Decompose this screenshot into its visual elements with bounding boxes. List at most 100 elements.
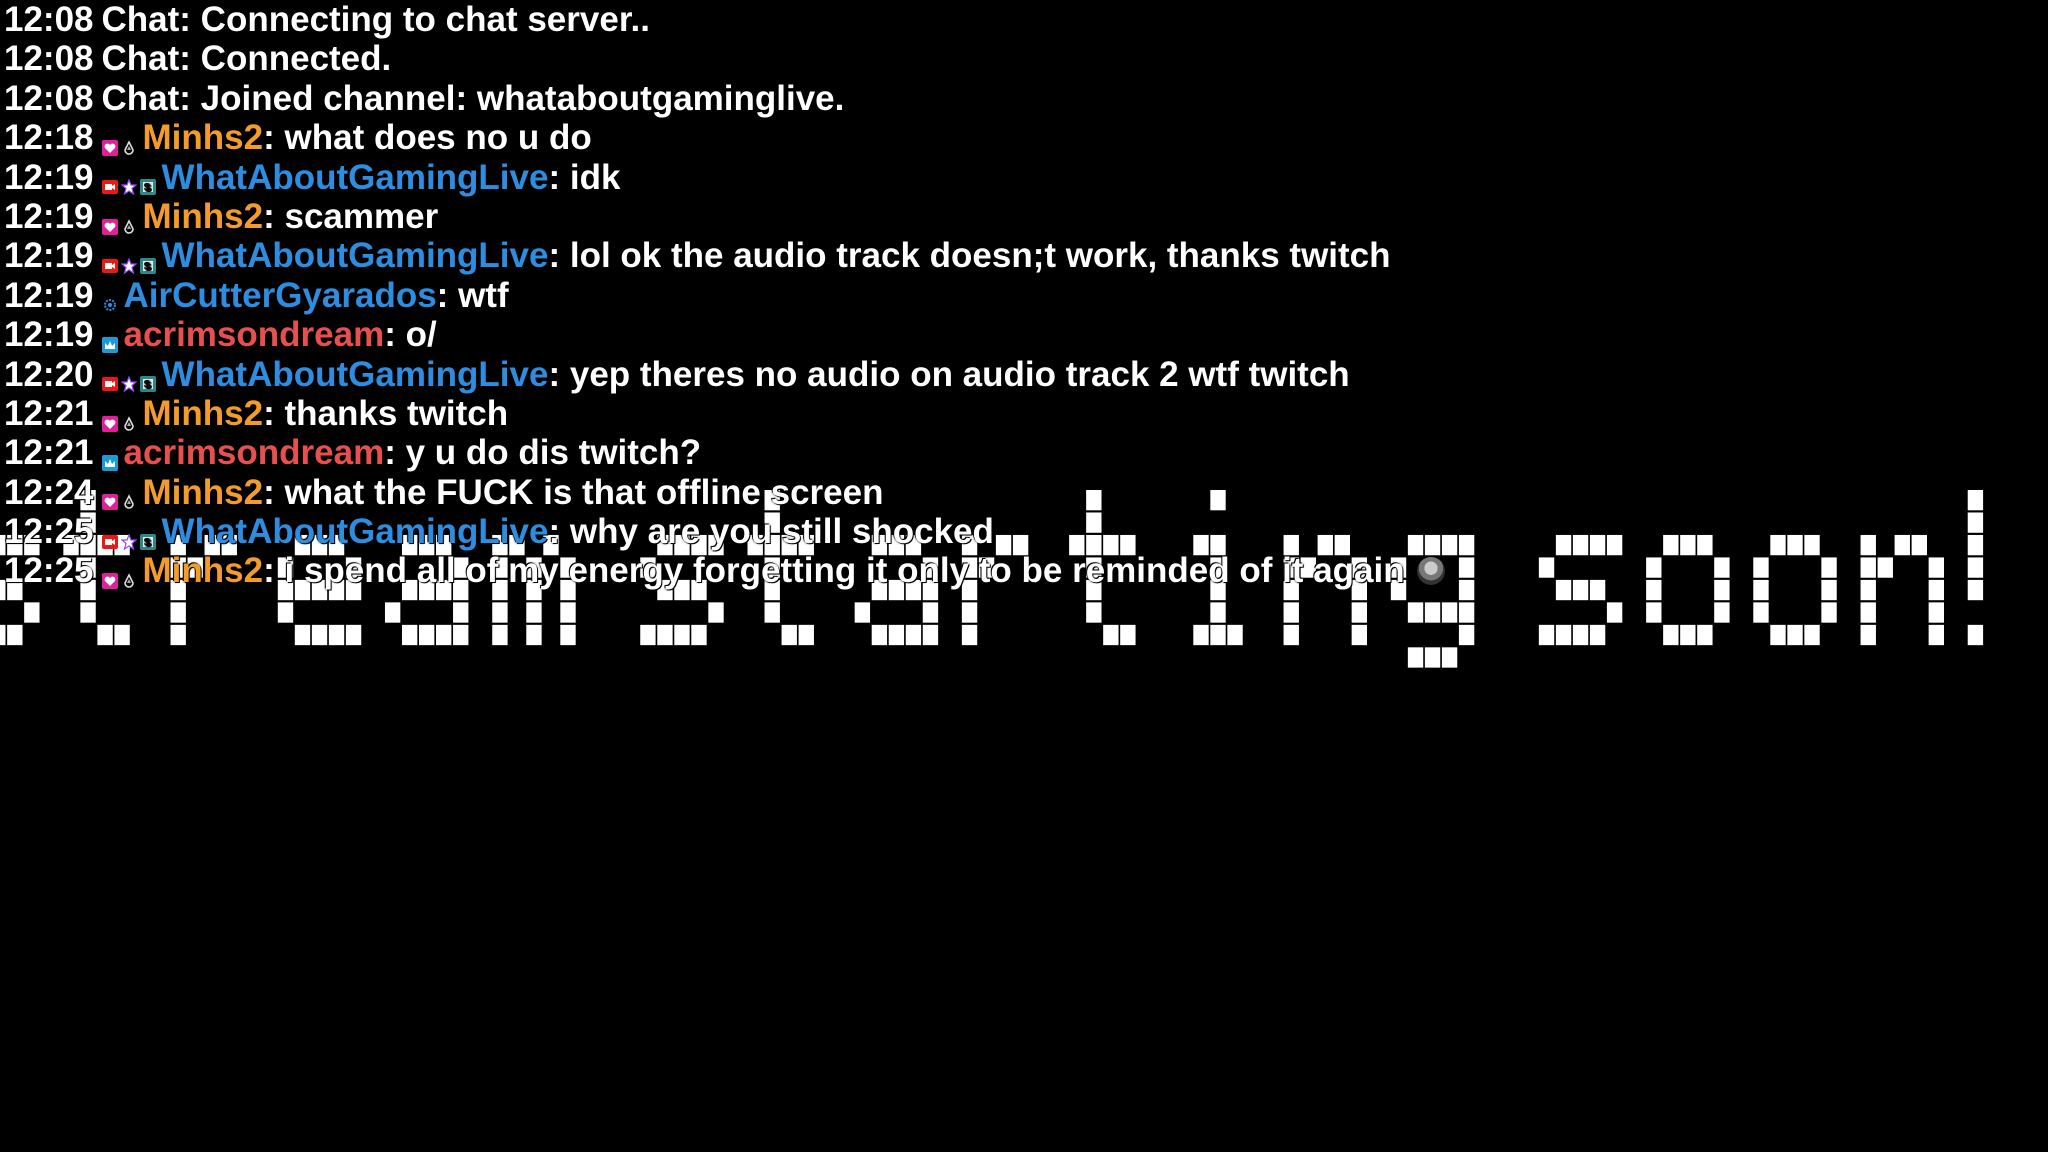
banner-pixel [1351,624,1368,646]
banner-pixel [401,624,418,646]
message-text: thanks twitch [284,393,509,433]
banner-pixel [1714,602,1730,623]
banner-pixel [1928,624,1945,646]
crown-badge-icon [101,454,118,471]
system-message: 12:08 Chat: Connected. [4,39,2044,78]
chat-message: 12:19 acrimsondream: o/ [4,315,2044,354]
username[interactable]: acrimsondream [124,433,385,472]
system-message: 12:08 Chat: Connecting to chat server.. [4,0,2044,39]
message-timestamp: 12:20 [4,354,94,394]
banner-pixel [691,624,707,646]
message-text: lol ok the audio track doesn;t work, tha… [569,236,1391,276]
separator: : [548,236,570,276]
user-badges [101,553,140,590]
username[interactable]: WhatAboutGamingLive [162,158,549,197]
username[interactable]: Minhs2 [143,118,264,157]
banner-pixel [1697,624,1713,646]
username[interactable]: WhatAboutGamingLive [162,355,549,394]
banner-pixel [1458,602,1475,623]
banner-pixel [1928,602,1945,623]
message-timestamp: 12:21 [4,393,94,433]
banner-pixel [1753,602,1769,623]
svg-text:S: S [144,183,151,194]
drop-badge-icon [121,573,137,589]
separator: : [384,315,406,355]
banner-pixel [674,624,690,646]
svg-text:S: S [144,380,151,391]
banner-pixel [311,624,328,646]
message-timestamp: 12:24 [4,472,94,512]
message-timestamp: 12:19 [4,196,94,236]
banner-pixel [526,624,542,646]
message-text: why are you still shocked [569,512,994,552]
user-badges: S [101,514,159,550]
banner-pixel [1424,602,1441,623]
username[interactable]: Minhs2 [143,197,264,236]
user-badges [101,199,140,235]
username[interactable]: Minhs2 [143,551,264,590]
message-timestamp: 12:08 [4,0,94,39]
banner-pixel [1407,647,1424,668]
system-message: 12:08 Chat: Joined channel: whataboutgami… [4,79,2044,118]
banner-pixel [1407,602,1424,623]
separator: : [263,118,285,158]
svg-text:S: S [144,262,151,273]
banner-pixel [1210,602,1226,623]
sub-badge-icon: S [139,533,156,550]
username[interactable]: AirCutterGyarados [124,276,437,315]
username[interactable]: Minhs2 [143,394,264,433]
gear-badge-icon [102,297,118,313]
banner-pixel [764,602,780,623]
user-badges: S [101,356,159,393]
message-text: idk [569,157,621,197]
separator: : [263,196,285,236]
banner-pixel [560,602,576,623]
banner-pixel [1120,624,1136,646]
banner-pixel [1804,624,1820,646]
separator: : [263,472,285,512]
message-timestamp: 12:08 [4,78,94,118]
username[interactable]: WhatAboutGamingLive [162,512,549,551]
banner-pixel [888,624,905,646]
chat-message: 12:25 Minhs2: i spend all of my energy fo… [4,551,2044,590]
banner-pixel [1606,602,1623,623]
message-text: y u do dis twitch? [405,433,702,473]
banner-pixel [1193,624,1209,646]
banner-pixel [1458,624,1475,646]
banner-pixel [24,602,40,623]
banner-pixel [1680,624,1696,646]
message-timestamp: 12:18 [4,118,94,158]
user-badges [101,120,140,156]
message-text: what does no u do [284,118,592,158]
banner-pixel [384,602,401,623]
message-text: Chat: Connected. [101,39,392,79]
message-timestamp: 12:19 [4,157,94,197]
drop-badge-icon [121,218,137,235]
user-badges [101,317,121,353]
username[interactable]: acrimsondream [124,315,385,354]
message-timestamp: 12:21 [4,433,94,473]
message-text: scammer [284,196,439,236]
message-text: yep theres no audio on audio track 2 wtf… [569,354,1350,394]
banner-pixel [798,624,814,646]
banner-pixel [1821,602,1837,623]
banner-pixel [492,602,508,623]
username[interactable]: WhatAboutGamingLive [162,236,549,275]
broadcaster-badge-icon [101,258,118,274]
sub-badge-icon: S [139,179,156,196]
username[interactable]: Minhs2 [143,473,264,512]
message-text: Chat: Connecting to chat server.. [101,0,650,39]
banner-pixel [80,602,96,623]
message-timestamp: 12:25 [4,551,94,591]
banner-pixel [436,624,452,646]
banner-pixel [1227,624,1243,646]
user-badges [101,474,140,511]
banner-pixel [854,602,871,623]
message-timestamp: 12:19 [4,315,94,355]
banner-pixel [1589,624,1606,646]
banner-pixel [1283,602,1299,623]
banner-pixel [1210,624,1226,646]
heart-badge-icon [101,415,118,432]
heart-badge-icon [101,218,118,235]
crown-badge-icon [101,336,118,353]
